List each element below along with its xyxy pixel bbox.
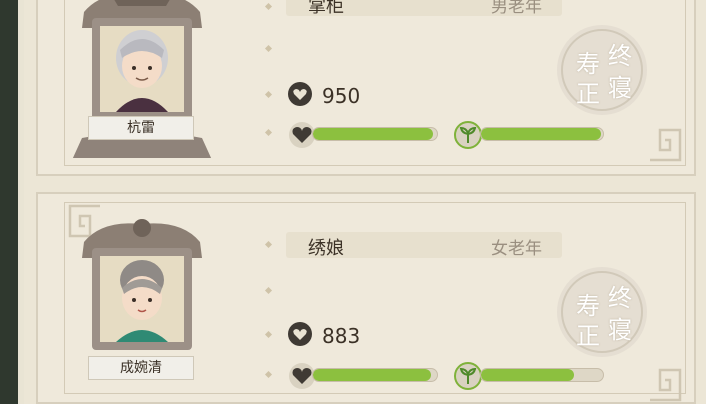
character-name-plate: 成婉清 xyxy=(88,356,194,380)
right-edge xyxy=(706,0,720,404)
death-stamp-seal xyxy=(557,25,647,115)
left-inner-rail xyxy=(18,0,24,404)
value-amount: 950 xyxy=(322,84,361,108)
character-name-plate: 杭雷 xyxy=(88,116,194,140)
role-field[interactable]: 掌柜 男老年 xyxy=(286,0,562,17)
stamp-char: 正 xyxy=(576,322,600,350)
vitality-bar-fill xyxy=(481,128,601,140)
left-frame-rail xyxy=(0,0,18,404)
stamp-char: 寝 xyxy=(608,74,632,102)
vitality-bar-fill xyxy=(481,369,574,381)
role-title: 绣娘 xyxy=(308,238,344,259)
role-subtitle: 男老年 xyxy=(491,0,542,17)
stamp-char: 正 xyxy=(576,80,600,108)
coin-heart-icon xyxy=(288,322,312,346)
role-field[interactable]: 绣娘 女老年 xyxy=(286,232,562,259)
stamp-char: 终 xyxy=(608,284,632,312)
stamp-char: 寝 xyxy=(608,316,632,344)
corner-ornament xyxy=(650,128,682,162)
health-bar-fill xyxy=(313,369,431,381)
sprout-icon xyxy=(454,362,482,390)
health-bar xyxy=(312,368,438,382)
vitality-bar xyxy=(480,368,604,382)
value-amount: 883 xyxy=(322,324,361,348)
stamp-char: 终 xyxy=(608,42,632,70)
role-subtitle: 女老年 xyxy=(491,239,542,259)
health-bar xyxy=(312,127,438,141)
corner-ornament xyxy=(650,368,682,402)
sprout-icon xyxy=(454,121,482,149)
death-stamp-seal xyxy=(557,267,647,357)
coin-heart-icon xyxy=(288,82,312,106)
health-bar-fill xyxy=(313,128,434,140)
role-title: 掌柜 xyxy=(308,0,344,17)
vitality-bar xyxy=(480,127,604,141)
